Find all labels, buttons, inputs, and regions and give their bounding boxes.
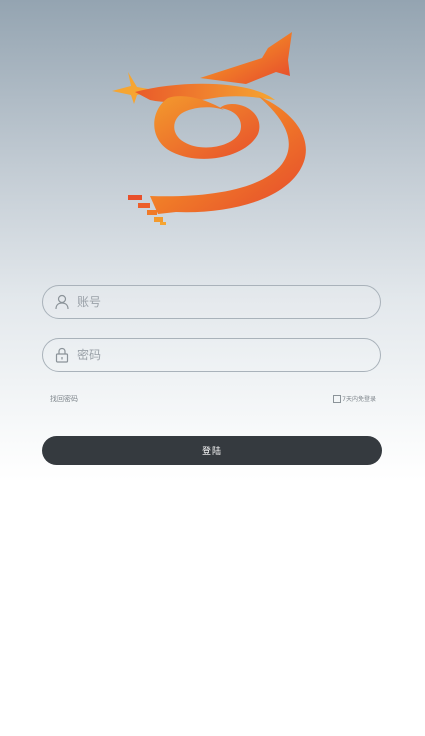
app-logo: [112, 32, 306, 225]
account-input[interactable]: [77, 295, 347, 309]
lock-icon: [55, 347, 69, 363]
password-field[interactable]: [42, 338, 381, 372]
user-icon: [55, 294, 69, 310]
account-field[interactable]: [42, 285, 381, 319]
login-button[interactable]: 登陆: [42, 436, 382, 465]
remember-login-checkbox[interactable]: 7天内免登录: [333, 394, 376, 403]
checkbox-box[interactable]: [333, 394, 342, 403]
forgot-password-link[interactable]: 找回密码: [50, 394, 78, 404]
remember-label: 7天内免登录: [342, 396, 376, 403]
password-input[interactable]: [77, 348, 347, 362]
